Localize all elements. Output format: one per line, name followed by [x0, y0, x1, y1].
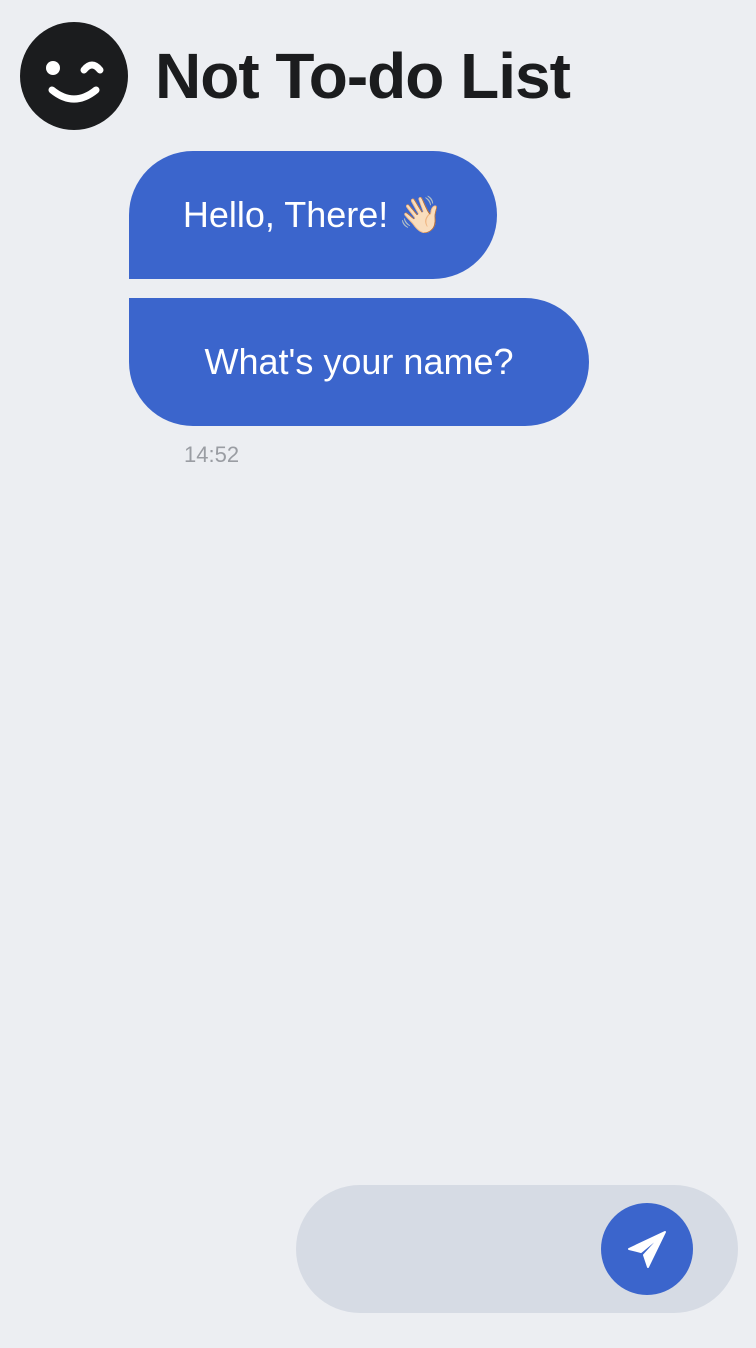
header: Not To-do List: [20, 22, 571, 130]
message-input[interactable]: [336, 1219, 590, 1281]
chat-bubble-text: What's your name?: [204, 341, 514, 382]
chat-bubble-greeting: Hello, There! 👋🏻: [129, 151, 497, 279]
chat-bubble-question: What's your name?: [129, 298, 589, 426]
message-timestamp: 14:52: [184, 442, 240, 467]
send-button[interactable]: [601, 1203, 693, 1295]
page-title: Not To-do List: [155, 40, 571, 112]
paper-plane-icon: [628, 1231, 666, 1268]
wink-face-icon: [20, 22, 128, 130]
message-composer: [296, 1185, 738, 1313]
chat-bubble-text: Hello, There! 👋🏻: [182, 194, 444, 235]
